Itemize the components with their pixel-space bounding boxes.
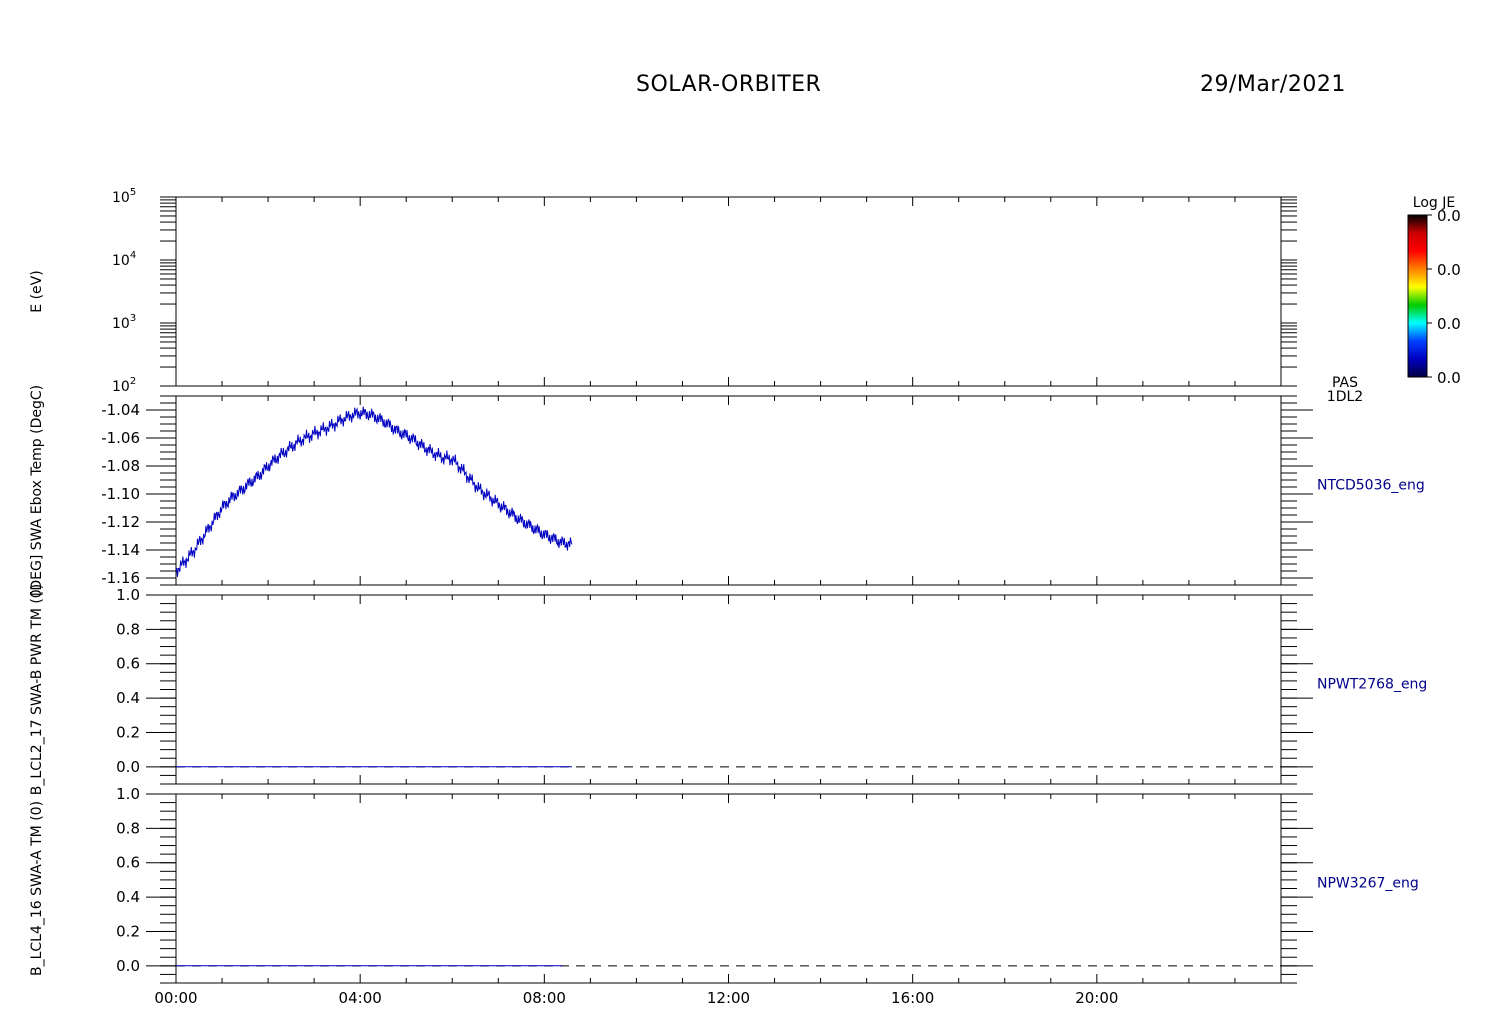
- y-tick-label: 103: [112, 313, 136, 332]
- y-tick-label: 105: [112, 187, 136, 206]
- y-tick-label: 0.0: [116, 957, 140, 975]
- y-tick-label: 0.4: [116, 888, 140, 906]
- colorbar: [1407, 214, 1428, 378]
- x-tick-label: 04:00: [339, 989, 382, 1007]
- y-tick-label: 0.6: [116, 854, 140, 872]
- y-tick-label: 0.4: [116, 689, 140, 707]
- y-tick-label: -1.10: [101, 485, 140, 503]
- y-tick-label: 1.0: [116, 785, 140, 803]
- y-tick-label: 1.0: [116, 586, 140, 604]
- y-tick-label: 0.2: [116, 723, 140, 741]
- panel-variable-label: NTCD5036_eng: [1317, 478, 1425, 494]
- panel-source-label: 1DL2: [1327, 389, 1363, 405]
- x-tick-label: 16:00: [891, 989, 934, 1007]
- colorbar-tick-label: 0.0: [1437, 207, 1461, 225]
- y-axis-label: [DEG] SWA Ebox Temp (DegC): [29, 385, 45, 596]
- panel-frame: [175, 594, 1282, 785]
- y-tick-label: 0.0: [116, 758, 140, 776]
- y-tick-label: -1.14: [101, 541, 140, 559]
- x-tick-label: 08:00: [523, 989, 566, 1007]
- x-tick-label: 12:00: [707, 989, 750, 1007]
- y-axis-label: E (eV): [29, 270, 45, 312]
- y-tick-label: -1.04: [101, 401, 140, 419]
- y-tick-label: 0.8: [116, 620, 140, 638]
- colorbar-tick-label: 0.0: [1437, 315, 1461, 333]
- x-tick-label: 20:00: [1075, 989, 1118, 1007]
- data-series-line: [175, 406, 573, 577]
- panel-variable-label: NPWT2768_eng: [1317, 677, 1427, 693]
- y-tick-label: 102: [112, 376, 136, 395]
- y-tick-label: 0.6: [116, 655, 140, 673]
- x-tick-label: 00:00: [154, 989, 197, 1007]
- y-tick-label: -1.16: [101, 569, 140, 587]
- stack-plot: 102103104105E (eV)PAS1DL2-1.04-1.06-1.08…: [29, 187, 1461, 1007]
- panel-variable-label: NPW3267_eng: [1317, 876, 1419, 892]
- y-tick-label: -1.12: [101, 513, 140, 531]
- panel-frame: [175, 196, 1282, 387]
- y-tick-label: 104: [112, 250, 136, 269]
- y-tick-label: 0.8: [116, 819, 140, 837]
- y-tick-label: 0.2: [116, 922, 140, 940]
- colorbar-tick-label: 0.0: [1437, 261, 1461, 279]
- panel-frame: [175, 793, 1282, 984]
- y-axis-label: B_LCL2_17 SWA-B PWR TM (0): [29, 584, 45, 795]
- y-tick-label: -1.06: [101, 429, 140, 447]
- y-tick-label: -1.08: [101, 457, 140, 475]
- y-axis-label: B_LCL4_16 SWA-A TM (0): [29, 801, 45, 976]
- panel-frame: [175, 395, 1282, 586]
- colorbar-tick-label: 0.0: [1437, 369, 1461, 387]
